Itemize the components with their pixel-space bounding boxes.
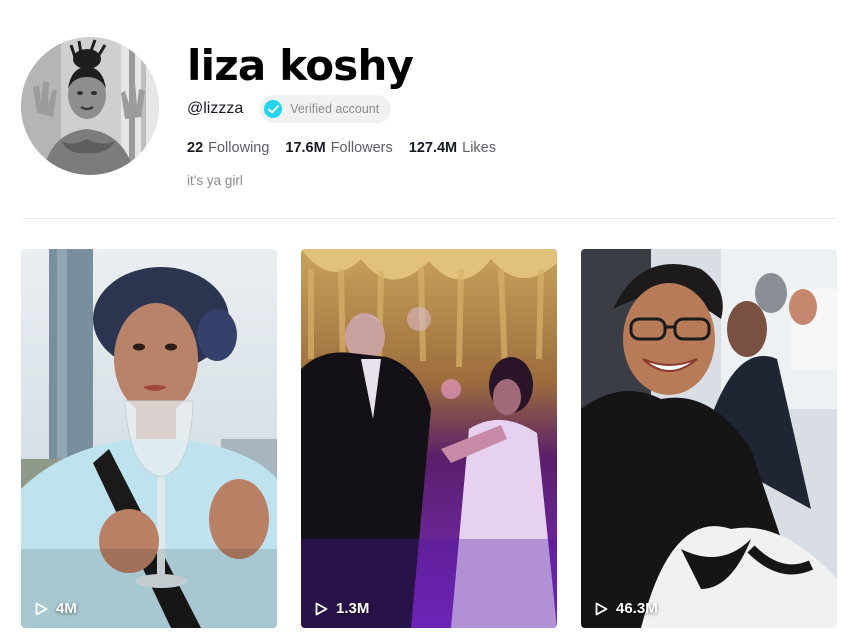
likes-stat: 127.4M Likes [409, 140, 496, 156]
view-count: 1.3M [315, 600, 369, 617]
profile-stats: 22 Following 17.6M Followers 127.4M Likes [187, 140, 512, 156]
avatar-image [21, 37, 159, 175]
verified-badge: Verified account [260, 95, 392, 123]
view-count-value: 1.3M [336, 600, 370, 617]
video-card[interactable]: 1.3M [301, 249, 557, 628]
profile-avatar[interactable] [21, 37, 159, 175]
video-card[interactable]: 46.3M [581, 249, 837, 628]
following-stat[interactable]: 22 Following [187, 140, 269, 156]
followers-count: 17.6M [285, 140, 326, 156]
play-icon [315, 602, 328, 615]
likes-label: Likes [462, 140, 496, 156]
verified-label: Verified account [290, 102, 380, 116]
view-count-value: 46.3M [616, 600, 658, 617]
profile-bio: it's ya girl [187, 173, 243, 188]
profile-page: liza koshy @lizzza Verified account 22 Fo… [0, 0, 857, 642]
view-count: 46.3M [595, 600, 658, 617]
play-icon [595, 602, 608, 615]
verified-check-icon [264, 100, 283, 118]
handle-row: @lizzza Verified account [187, 95, 392, 123]
followers-label: Followers [330, 140, 393, 156]
following-label: Following [208, 140, 270, 156]
video-thumbnail [581, 249, 837, 628]
view-count: 4M [35, 600, 77, 617]
following-count: 22 [187, 140, 204, 156]
view-count-value: 4M [56, 600, 77, 617]
followers-stat[interactable]: 17.6M Followers [285, 140, 392, 156]
display-name: liza koshy [187, 41, 414, 90]
video-thumbnail [21, 249, 277, 628]
username: @lizzza [187, 100, 244, 117]
video-thumbnail [301, 249, 557, 628]
play-icon [35, 602, 48, 615]
video-card[interactable]: 4M [21, 249, 277, 628]
likes-count: 127.4M [408, 140, 458, 156]
header-divider [21, 218, 837, 219]
